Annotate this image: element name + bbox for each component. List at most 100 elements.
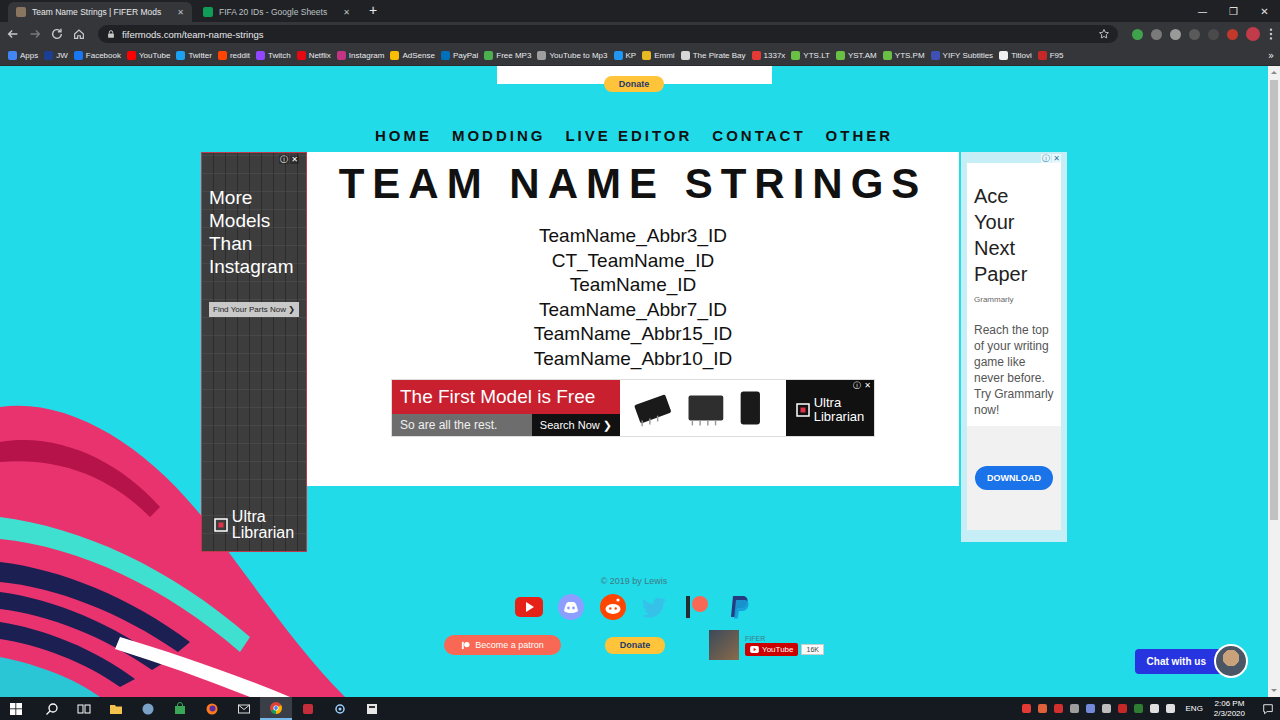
bookmark-item[interactable]: YTS.PM: [883, 51, 925, 60]
banner-button[interactable]: Search Now ❯: [532, 414, 620, 436]
extension-icon[interactable]: [1189, 29, 1200, 40]
banner-ad[interactable]: The First Model is FreeSo are all the re…: [391, 379, 875, 437]
bookmark-item[interactable]: reddit: [218, 51, 250, 60]
bookmark-item[interactable]: Twitter: [176, 51, 212, 60]
bookmark-item[interactable]: F95: [1038, 51, 1064, 60]
clock[interactable]: 2:06 PM2/3/2020: [1214, 699, 1245, 719]
profile-avatar-icon[interactable]: [1246, 27, 1260, 41]
close-tab-button[interactable]: ✕: [343, 8, 350, 17]
donate-button[interactable]: Donate: [605, 637, 665, 654]
tray-app-icon[interactable]: [1022, 704, 1031, 713]
donate-button[interactable]: Donate: [604, 76, 664, 92]
file-explorer-icon[interactable]: [109, 702, 123, 716]
new-tab-button[interactable]: +: [361, 2, 385, 21]
scrollbar[interactable]: [1268, 66, 1280, 697]
bookmark-item[interactable]: Emmi: [642, 51, 674, 60]
scroll-up-icon[interactable]: [1268, 66, 1280, 78]
input-language[interactable]: ENG: [1186, 704, 1203, 713]
bookmark-item[interactable]: YST.AM: [836, 51, 877, 60]
browser-tab[interactable]: FIFA 20 IDs - Google Sheets✕: [195, 2, 358, 22]
home-icon[interactable]: [72, 27, 86, 41]
network-icon[interactable]: [1150, 704, 1159, 713]
reload-icon[interactable]: [50, 27, 64, 41]
app-icon[interactable]: [301, 702, 315, 716]
become-patron-button[interactable]: Become a patron: [444, 635, 561, 655]
window-control-button[interactable]: ✕: [1249, 0, 1280, 22]
tray-app-icon[interactable]: [1086, 704, 1095, 713]
youtube-icon[interactable]: [514, 592, 544, 622]
task-view-icon[interactable]: [77, 702, 91, 716]
nav-link[interactable]: LIVE EDITOR: [565, 128, 692, 144]
forward-arrow-icon[interactable]: [28, 27, 42, 41]
menu-dots-icon[interactable]: [1268, 27, 1274, 41]
window-control-button[interactable]: —: [1187, 0, 1218, 22]
bookmark-item[interactable]: AdSense: [390, 51, 434, 60]
nav-link[interactable]: MODDING: [452, 128, 546, 144]
bookmark-item[interactable]: YouTube to Mp3: [537, 51, 607, 60]
search-icon[interactable]: [45, 702, 59, 716]
ad-choices[interactable]: ⓘ✕: [788, 381, 872, 390]
firefox-icon[interactable]: [205, 702, 219, 716]
bookmark-item[interactable]: Free MP3: [484, 51, 531, 60]
bookmark-item[interactable]: Instagram: [337, 51, 385, 60]
mail-icon[interactable]: [237, 702, 251, 716]
nav-link[interactable]: OTHER: [826, 128, 894, 144]
tray-app-icon[interactable]: [1054, 704, 1063, 713]
more-bookmarks-button[interactable]: »: [1262, 50, 1274, 61]
bookmark-item[interactable]: 1337x: [752, 51, 786, 60]
bookmark-item[interactable]: KP: [614, 51, 637, 60]
bookmark-item[interactable]: Twitch: [256, 51, 291, 60]
extension-icon[interactable]: [1151, 29, 1162, 40]
tray-app-icon[interactable]: [1070, 704, 1079, 713]
youtube-subscribe-badge[interactable]: FIFERYouTube16K: [709, 630, 824, 660]
download-button[interactable]: DOWNLOAD: [975, 466, 1053, 490]
extension-icon[interactable]: [1208, 29, 1219, 40]
extension-icon[interactable]: [1170, 29, 1181, 40]
youtube-subscribe-button[interactable]: YouTube: [745, 643, 798, 656]
scrollbar-thumb[interactable]: [1270, 80, 1278, 520]
ad-button[interactable]: Find Your Parts Now ❯: [209, 302, 299, 317]
editor-app-icon[interactable]: [333, 702, 347, 716]
notifications-icon[interactable]: [1262, 703, 1274, 715]
bookmark-item[interactable]: Apps: [8, 51, 38, 60]
close-tab-button[interactable]: ✕: [177, 8, 184, 17]
bookmark-item[interactable]: Netflix: [297, 51, 331, 60]
bookmark-star-icon[interactable]: [1098, 28, 1110, 40]
patreon-icon[interactable]: [682, 592, 712, 622]
chrome-taskbar-button[interactable]: [260, 697, 292, 720]
bookmark-item[interactable]: Titlovi: [999, 51, 1032, 60]
bookmark-item[interactable]: YouTube: [127, 51, 170, 60]
bookmark-item[interactable]: YIFY Subtitles: [931, 51, 994, 60]
store-icon[interactable]: [173, 702, 187, 716]
tray-app-icon[interactable]: [1038, 704, 1047, 713]
scroll-down-icon[interactable]: [1268, 685, 1280, 697]
extension-icon[interactable]: [1227, 29, 1238, 40]
reddit-icon[interactable]: [598, 592, 628, 622]
bookmark-item[interactable]: PayPal: [441, 51, 478, 60]
chat-button[interactable]: Chat with us: [1135, 644, 1248, 678]
bookmark-item[interactable]: The Pirate Bay: [681, 51, 746, 60]
bookmark-item[interactable]: JW: [44, 51, 68, 60]
tray-app-icon[interactable]: [1134, 704, 1143, 713]
right-ad[interactable]: ⓘ✕Ace Your Next PaperGrammarlyReach the …: [961, 152, 1067, 542]
address-bar[interactable]: fifermods.com/team-name-strings: [98, 25, 1118, 43]
twitter-icon[interactable]: [640, 592, 670, 622]
ad-choices[interactable]: ⓘ✕: [209, 155, 299, 164]
left-ad[interactable]: ⓘ✕More Models Than InstagramFind Your Pa…: [201, 152, 307, 552]
window-control-button[interactable]: ❐: [1218, 0, 1249, 22]
nav-link[interactable]: CONTACT: [712, 128, 805, 144]
discord-icon[interactable]: [556, 592, 586, 622]
bookmark-item[interactable]: Facebook: [74, 51, 121, 60]
ad-choices[interactable]: ⓘ✕: [967, 154, 1061, 163]
paypal-icon[interactable]: [724, 592, 754, 622]
bookmark-item[interactable]: YTS.LT: [791, 51, 830, 60]
back-arrow-icon[interactable]: [6, 27, 20, 41]
volume-icon[interactable]: [1166, 704, 1175, 713]
windows-start-icon[interactable]: [10, 703, 22, 715]
browser-tab[interactable]: Team Name Strings | FIFER Mods✕: [8, 2, 192, 22]
app-icon[interactable]: [141, 702, 155, 716]
extension-icon[interactable]: [1132, 29, 1143, 40]
tray-app-icon[interactable]: [1118, 704, 1127, 713]
tray-app-icon[interactable]: [1102, 704, 1111, 713]
calculator-app-icon[interactable]: [365, 702, 379, 716]
